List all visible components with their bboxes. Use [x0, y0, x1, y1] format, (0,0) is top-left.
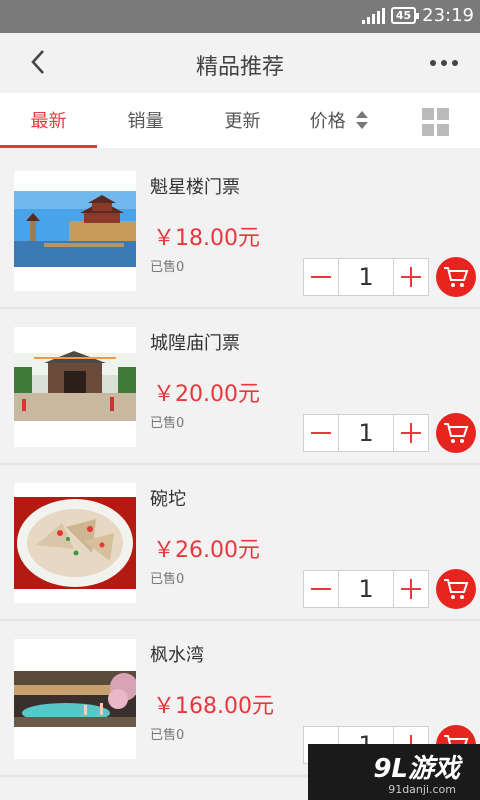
tab-latest[interactable]: 最新 [0, 93, 97, 148]
watermark-logo: 9L游戏 [373, 754, 460, 784]
plus-icon [401, 267, 421, 287]
product-image-kuixing-tower [14, 171, 136, 291]
product-name: 枫水湾 [150, 645, 204, 666]
quantity-stepper: 1 [303, 414, 429, 452]
minus-icon [311, 432, 331, 434]
status-bar-right: 45 23:19 [361, 5, 474, 26]
product-name: 城隍庙门票 [150, 333, 240, 354]
decrease-button[interactable] [304, 259, 338, 295]
plus-icon [401, 579, 421, 599]
plus-icon [401, 423, 421, 443]
product-image-fengshui-bay [14, 639, 136, 759]
quantity-stepper: 1 [303, 258, 429, 296]
product-price: ￥20.00元 [153, 382, 260, 407]
increase-button[interactable] [394, 571, 428, 607]
tab-bar: 最新 销量 更新 价格 [0, 93, 480, 148]
status-bar: 45 23:19 [0, 0, 480, 33]
battery-icon: 45 [390, 7, 420, 24]
product-sold-count: 已售0 [150, 416, 185, 431]
product-sold-count: 已售0 [150, 572, 185, 587]
product-name: 碗坨 [150, 489, 186, 510]
list-item[interactable]: 魁星楼门票 ￥18.00元 已售0 1 [0, 153, 480, 309]
product-image-wantuo [14, 483, 136, 603]
product-price: ￥168.00元 [153, 694, 274, 719]
tab-updated[interactable]: 更新 [194, 93, 291, 148]
watermark-url: 91danji.com [388, 783, 456, 796]
product-name: 魁星楼门票 [150, 177, 240, 198]
tab-price-label: 价格 [309, 111, 346, 132]
add-to-cart-button[interactable] [436, 413, 476, 453]
sort-arrows-icon [356, 111, 369, 129]
quantity-value[interactable]: 1 [338, 259, 394, 295]
cart-icon [444, 423, 469, 443]
list-item[interactable]: 城隍庙门票 ￥20.00元 已售0 1 [0, 309, 480, 465]
tab-updated-label: 更新 [224, 111, 261, 132]
product-image-city-god-temple [14, 327, 136, 447]
status-time: 23:19 [422, 5, 474, 26]
tab-sales[interactable]: 销量 [97, 93, 194, 148]
quantity-value[interactable]: 1 [338, 415, 394, 451]
decrease-button[interactable] [304, 571, 338, 607]
quantity-stepper: 1 [303, 570, 429, 608]
product-price: ￥26.00元 [153, 538, 260, 563]
increase-button[interactable] [394, 415, 428, 451]
product-list: 魁星楼门票 ￥18.00元 已售0 1 城隍庙门票 ￥20.00元 已售0 1 … [0, 153, 480, 777]
minus-icon [311, 276, 331, 278]
nav-bar: 精品推荐 [0, 33, 480, 93]
minus-icon [311, 588, 331, 590]
add-to-cart-button[interactable] [436, 257, 476, 297]
list-item[interactable]: 碗坨 ￥26.00元 已售0 1 [0, 465, 480, 621]
add-to-cart-button[interactable] [436, 569, 476, 609]
grid-view-icon[interactable] [422, 108, 450, 136]
decrease-button[interactable] [304, 415, 338, 451]
watermark: 9L游戏 91danji.com [308, 744, 480, 800]
page-title: 精品推荐 [195, 55, 284, 80]
product-sold-count: 已售0 [150, 728, 185, 743]
more-icon[interactable] [430, 60, 458, 66]
tab-active-indicator [0, 145, 97, 148]
tab-price[interactable]: 价格 [291, 93, 388, 148]
cart-icon [444, 579, 469, 599]
signal-icon [361, 7, 385, 24]
product-price: ￥18.00元 [153, 226, 260, 251]
product-sold-count: 已售0 [150, 260, 185, 275]
tab-sales-label: 销量 [127, 111, 164, 132]
quantity-value[interactable]: 1 [338, 571, 394, 607]
increase-button[interactable] [394, 259, 428, 295]
cart-icon [444, 267, 469, 287]
tab-latest-label: 最新 [30, 111, 67, 132]
